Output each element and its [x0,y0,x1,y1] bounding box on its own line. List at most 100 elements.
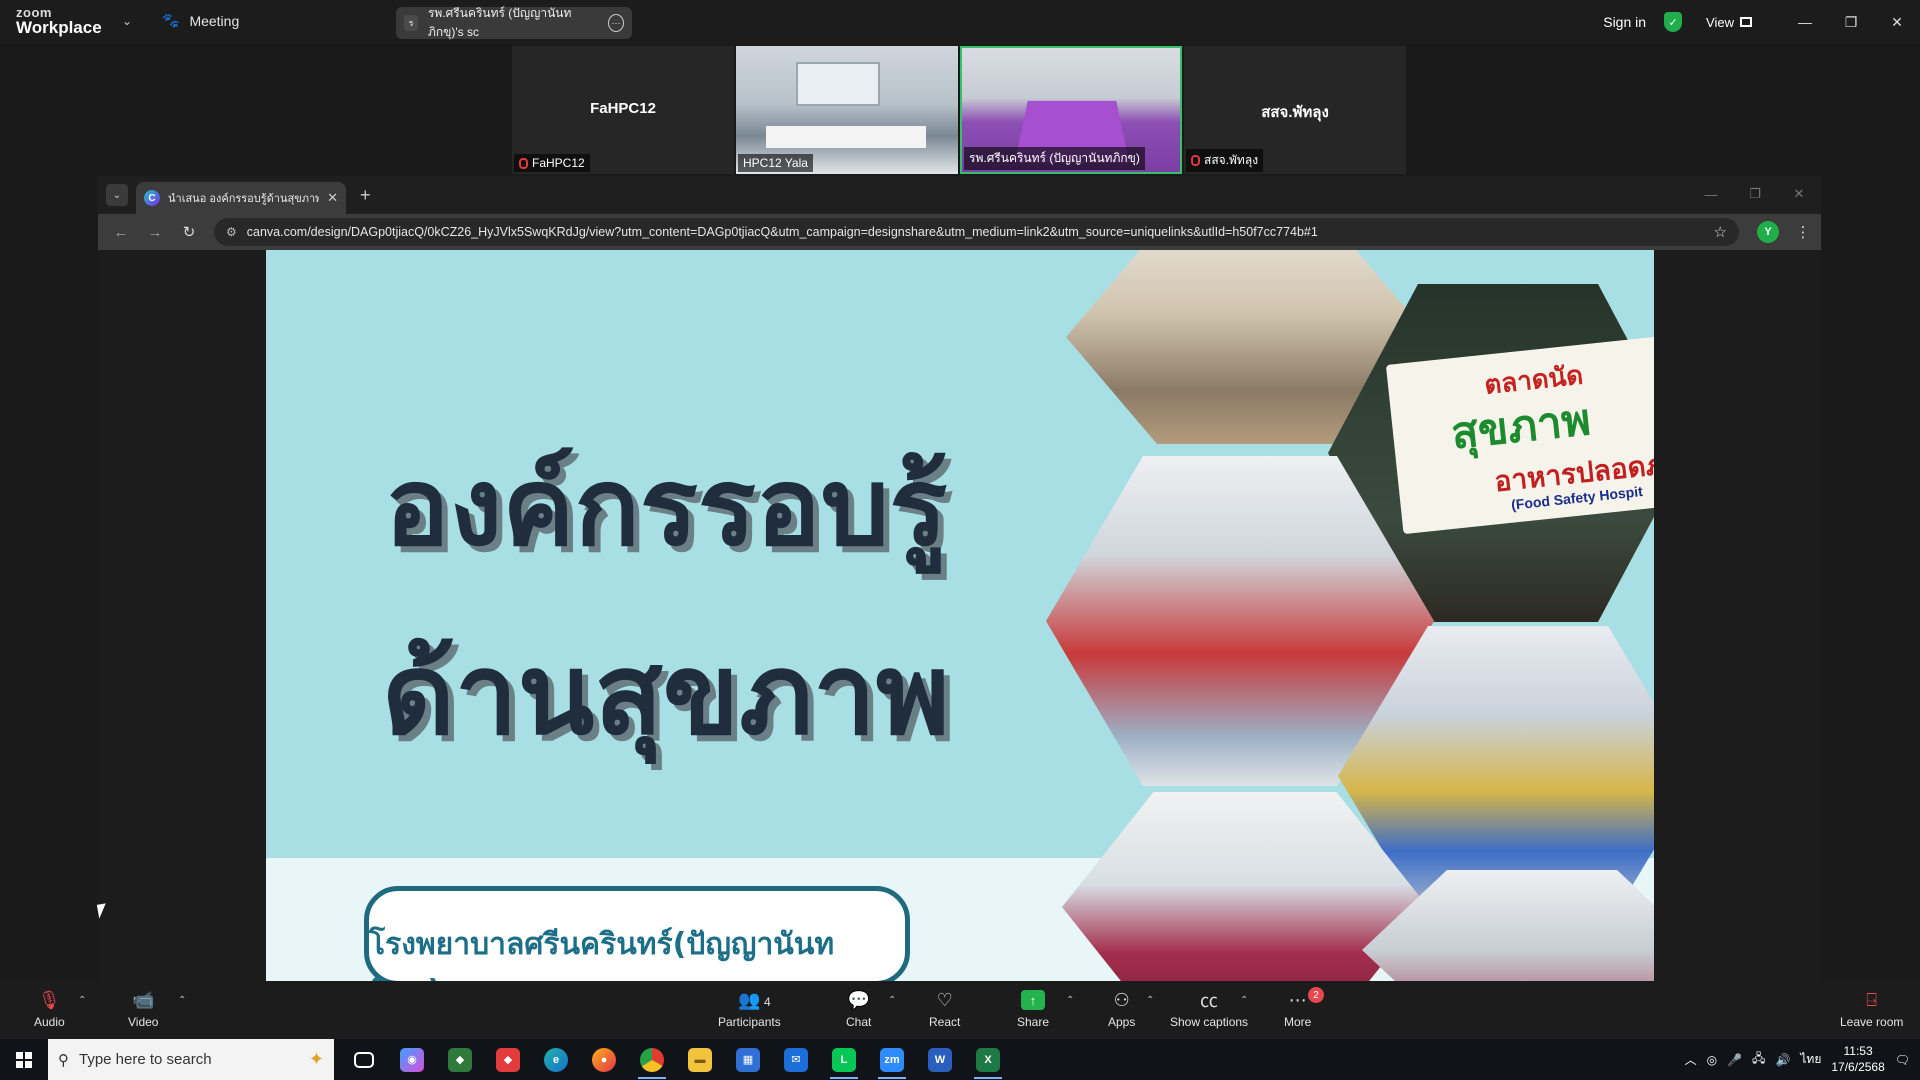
participant-tile[interactable]: สสจ.พัทลุง สสจ.พัทลุง [1184,46,1406,174]
chat-button[interactable]: 💬 Chat [846,989,871,1030]
camera-icon[interactable]: ◎ [1707,1053,1717,1067]
sign-in-button[interactable]: Sign in [1603,14,1646,30]
audio-button[interactable]: 🎙 Audio [34,989,65,1030]
zoom-icon[interactable]: zm [868,1039,916,1080]
more-icon[interactable]: ··· [608,14,624,32]
url-text: canva.com/design/DAGp0tjiacQ/0kCZ26_HyJV… [246,225,1318,239]
video-off-icon: 📹 [132,989,155,1010]
minimize-icon[interactable]: — [1782,0,1828,44]
audio-options-chevron-icon[interactable]: ⌃ [78,995,86,1006]
task-view-icon[interactable] [340,1039,388,1080]
network-icon[interactable]: 🖧 [1752,1049,1765,1070]
copilot-icon[interactable]: ◉ [388,1039,436,1080]
react-button[interactable]: ♡ React [929,989,961,1030]
more-notification-badge: 2 [1308,987,1324,1003]
close-icon[interactable]: ✕ [1874,0,1920,44]
browser-tab-bar: ⌄ C นำเสนอ องค์กรรอบรู้ด้านสุขภาพ โร ✕ +… [98,176,1821,214]
back-icon[interactable]: ← [106,218,136,246]
participant-tile[interactable]: FaHPC12 FaHPC12 [512,46,734,174]
menu-kebab-icon[interactable]: ⋮ [1793,223,1813,241]
paw-icon: 🐾 [162,12,180,28]
shield-check-icon[interactable]: ✓ [1664,12,1683,32]
notification-icon[interactable]: 🗨 [1895,1053,1910,1067]
video-button[interactable]: 📹 Video [128,989,158,1030]
new-tab-icon[interactable]: + [360,185,371,206]
windows-logo-icon [16,1051,32,1068]
start-button[interactable] [0,1039,48,1080]
canva-favicon-icon: C [144,190,160,206]
top-right-controls: Sign in ✓ View — ❐ ✕ [1603,0,1920,44]
apps-label: Apps [1108,1015,1136,1029]
mail-icon[interactable]: ✉ [772,1039,820,1080]
firefox-icon[interactable]: ● [580,1039,628,1080]
maximize-icon[interactable]: ❐ [1733,176,1777,212]
browser-toolbar: ← → ↻ ⚙ canva.com/design/DAGp0tjiacQ/0kC… [98,214,1821,250]
line-icon[interactable]: L [820,1039,868,1080]
zoom-workplace-logo[interactable]: zoom Workplace [16,6,102,36]
extension-icon[interactable]: Y [1757,221,1779,243]
address-bar[interactable]: ⚙ canva.com/design/DAGp0tjiacQ/0kCZ26_Hy… [214,218,1739,246]
react-label: React [929,1015,961,1029]
meeting-menu[interactable]: 🐾 Meeting [162,12,239,29]
chevron-down-icon[interactable]: ⌄ [122,14,132,28]
tab-search-icon[interactable]: ⌄ [106,184,128,206]
anydesk-icon[interactable]: ◆ [484,1039,532,1080]
search-placeholder: Type here to search [79,1051,212,1068]
share-button[interactable]: ↑ Share [1017,989,1049,1029]
room-screen [796,62,880,106]
browser-window-controls: — ❐ ✕ [1689,176,1821,212]
chrome-icon[interactable] [628,1039,676,1080]
leave-room-button[interactable]: ⍈ Leave room [1840,989,1903,1030]
app-icon[interactable]: ◆ [436,1039,484,1080]
pinned-apps: ◉ ◆ ◆ e ● ▬ ▦ ✉ L zm W X [340,1039,1012,1080]
participants-button[interactable]: 👥 Participants [718,989,781,1030]
participant-tile-active-speaker[interactable]: รพ.ศรีนครินทร์ (ปัญญานันทภิกขุ) [960,46,1182,174]
tab-title: นำเสนอ องค์กรรอบรู้ด้านสุขภาพ โร [168,193,320,205]
apps-options-chevron-icon[interactable]: ⌃ [1146,995,1154,1006]
meeting-label: Meeting [189,12,240,29]
captions-options-chevron-icon[interactable]: ⌃ [1240,995,1248,1006]
clock-date: 17/6/2568 [1831,1059,1885,1074]
maximize-icon[interactable]: ❐ [1828,0,1874,44]
share-options-chevron-icon[interactable]: ⌃ [1066,995,1074,1006]
screen-share-indicator[interactable]: ร รพ.ศรีนครินทร์ (ปัญญานันทภิกขุ)'s sc ·… [396,6,632,39]
participant-name: HPC12 Yala [743,156,808,170]
apps-button[interactable]: ⚇ Apps [1108,989,1136,1030]
edge-icon[interactable]: e [532,1039,580,1080]
word-icon[interactable]: W [916,1039,964,1080]
site-info-icon[interactable]: ⚙ [226,225,237,239]
heart-icon: ♡ [936,989,953,1010]
zoom-control-bar: 🎙 Audio ⌃ 📹 Video ⌃ 👥 Participants 4 💬 C… [0,981,1920,1039]
cc-icon: ㏄ [1200,991,1219,1011]
browser-viewport: องค์กรรอบรู้ ด้านสุขภาพ โรงพยาบาลศรีนคริ… [98,250,1821,981]
video-options-chevron-icon[interactable]: ⌃ [178,995,186,1006]
microphone-icon[interactable]: 🎤 [1727,1053,1742,1067]
slide-title-line2: ด้านสุขภาพ [382,630,950,760]
captions-button[interactable]: ㏄ Show captions [1170,989,1248,1029]
excel-icon[interactable]: X [964,1039,1012,1080]
canva-slide: องค์กรรอบรู้ ด้านสุขภาพ โรงพยาบาลศรีนคริ… [266,250,1654,981]
participant-video-strip: FaHPC12 FaHPC12 HPC12 Yala รพ.ศรีนครินทร… [512,46,1408,174]
room-table [766,126,926,148]
view-button[interactable]: View [1706,15,1752,30]
more-icon: ⋯ [1288,989,1307,1010]
close-tab-icon[interactable]: ✕ [327,190,338,206]
shared-browser-window: ⌄ C นำเสนอ องค์กรรอบรู้ด้านสุขภาพ โร ✕ +… [98,176,1821,981]
tray-chevron-icon[interactable]: ︿ [1685,1051,1697,1068]
search-highlight-icon: ✦ [308,1049,324,1069]
chat-options-chevron-icon[interactable]: ⌃ [888,995,896,1006]
volume-icon[interactable]: 🔊 [1775,1053,1790,1067]
participant-tile[interactable]: HPC12 Yala [736,46,958,174]
taskbar-search-box[interactable]: ⚲ Type here to search ✦ [48,1039,334,1080]
language-indicator[interactable]: ไทย [1800,1050,1821,1069]
share-label: Share [1017,1015,1050,1029]
forward-icon[interactable]: → [140,218,170,246]
bookmark-star-icon[interactable]: ☆ [1714,223,1727,241]
browser-tab[interactable]: C นำเสนอ องค์กรรอบรู้ด้านสุขภาพ โร ✕ [136,182,346,214]
close-icon[interactable]: ✕ [1777,176,1821,212]
file-explorer-icon[interactable]: ▬ [676,1039,724,1080]
reload-icon[interactable]: ↻ [174,218,204,246]
clock[interactable]: 11:53 17/6/2568 [1831,1044,1884,1075]
minimize-icon[interactable]: — [1689,176,1733,212]
store-icon[interactable]: ▦ [724,1039,772,1080]
